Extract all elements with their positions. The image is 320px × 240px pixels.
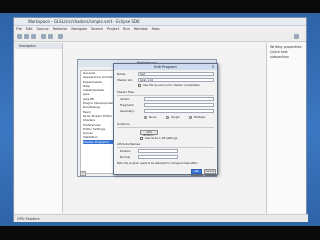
save-icon[interactable] [24, 34, 29, 39]
radio-multiple-label: Multiple [194, 115, 206, 119]
uniform-section-title: Uniforms [117, 122, 130, 126]
add-uniform-button[interactable]: Add Uniform... [140, 130, 158, 137]
glsl130-checkbox[interactable] [140, 137, 143, 140]
perspective-icon[interactable] [294, 34, 299, 39]
menu-edit[interactable]: Edit [26, 27, 33, 31]
restart-note: Note: the program needs to be restarted … [117, 162, 199, 165]
separator [117, 95, 214, 96]
search-icon[interactable] [58, 34, 63, 39]
help-button[interactable]: ? [80, 171, 86, 176]
source-checkbox[interactable] [138, 84, 141, 87]
separator [117, 127, 214, 128]
menu-search[interactable]: Search [91, 27, 103, 31]
menu-project[interactable]: Project [107, 27, 119, 31]
attr-normal-label: Normal [120, 155, 131, 159]
screen: Workspace - GLSL/src/shaders/simple.vert… [0, 0, 320, 240]
fragment-field[interactable] [144, 103, 214, 107]
cancel-button[interactable]: Cancel [204, 169, 216, 174]
navigator-view: Navigator [15, 43, 63, 213]
name-field[interactable]: Test [138, 72, 214, 76]
letterbox-top [0, 0, 320, 13]
geometry-field[interactable] [144, 109, 214, 113]
attribute-section-title: Attribute Names [117, 142, 140, 146]
tree-item-selected[interactable]: Shader Programs [83, 139, 117, 145]
new-icon[interactable] [17, 34, 22, 39]
close-icon[interactable]: × [210, 64, 216, 70]
edit-program-dialog: Edit Program × Name: Test Shader Lib: GL… [113, 63, 218, 175]
toolbar [14, 32, 306, 42]
menu-source[interactable]: Source [37, 27, 49, 31]
menu-refactor[interactable]: Refactor [53, 27, 68, 31]
menu-run[interactable]: Run [123, 27, 130, 31]
fragment-label: Fragment: [120, 103, 135, 107]
menu-file[interactable]: File [16, 27, 22, 31]
menu-help[interactable]: Help [152, 27, 160, 31]
radio-multiple[interactable] [189, 116, 192, 119]
menu-window[interactable]: Window [134, 27, 148, 31]
radio-single[interactable] [166, 116, 169, 119]
letterbox-bottom [0, 226, 320, 240]
source-checkbox-label: Use file as source for shader compilatio… [143, 83, 201, 87]
attr-position-field[interactable] [138, 149, 178, 153]
radio-none[interactable] [144, 116, 147, 119]
vertex-field[interactable] [144, 97, 214, 101]
glsl130-checkbox-label: Use GLSL 1.30 settings [145, 136, 178, 140]
separator [117, 147, 214, 148]
dialog-title: Edit Program [114, 64, 217, 70]
navigator-title[interactable]: Navigator [15, 43, 62, 49]
version-label: Shader Lib: [117, 78, 133, 82]
ok-button[interactable]: OK [191, 169, 202, 174]
radio-single-label: Single [171, 115, 180, 119]
tree-item[interactable]: Appearance Animation [83, 75, 117, 79]
debug-icon[interactable] [41, 34, 46, 39]
attr-position-label: Position [120, 149, 131, 153]
shader-section-title: Shader Files [117, 90, 134, 94]
print-icon[interactable] [31, 34, 36, 39]
name-label: Name: [117, 72, 127, 76]
outline-view: Writing properties Quick test subsection [266, 43, 306, 213]
attr-normal-field[interactable] [138, 155, 178, 159]
radio-none-label: None [149, 115, 157, 119]
outline-item[interactable]: Quick test subsection [270, 50, 303, 60]
version-field[interactable]: GLSL 1.10 [138, 78, 214, 82]
vertex-label: Vertex: [120, 97, 130, 101]
run-icon[interactable] [48, 34, 53, 39]
geometry-label: Geometry: [120, 109, 135, 113]
menu-navigate[interactable]: Navigate [71, 27, 87, 31]
ide-title: Workspace - GLSL/src/shaders/simple.vert… [14, 18, 306, 26]
status-bar: GPU Shaders [14, 214, 308, 222]
